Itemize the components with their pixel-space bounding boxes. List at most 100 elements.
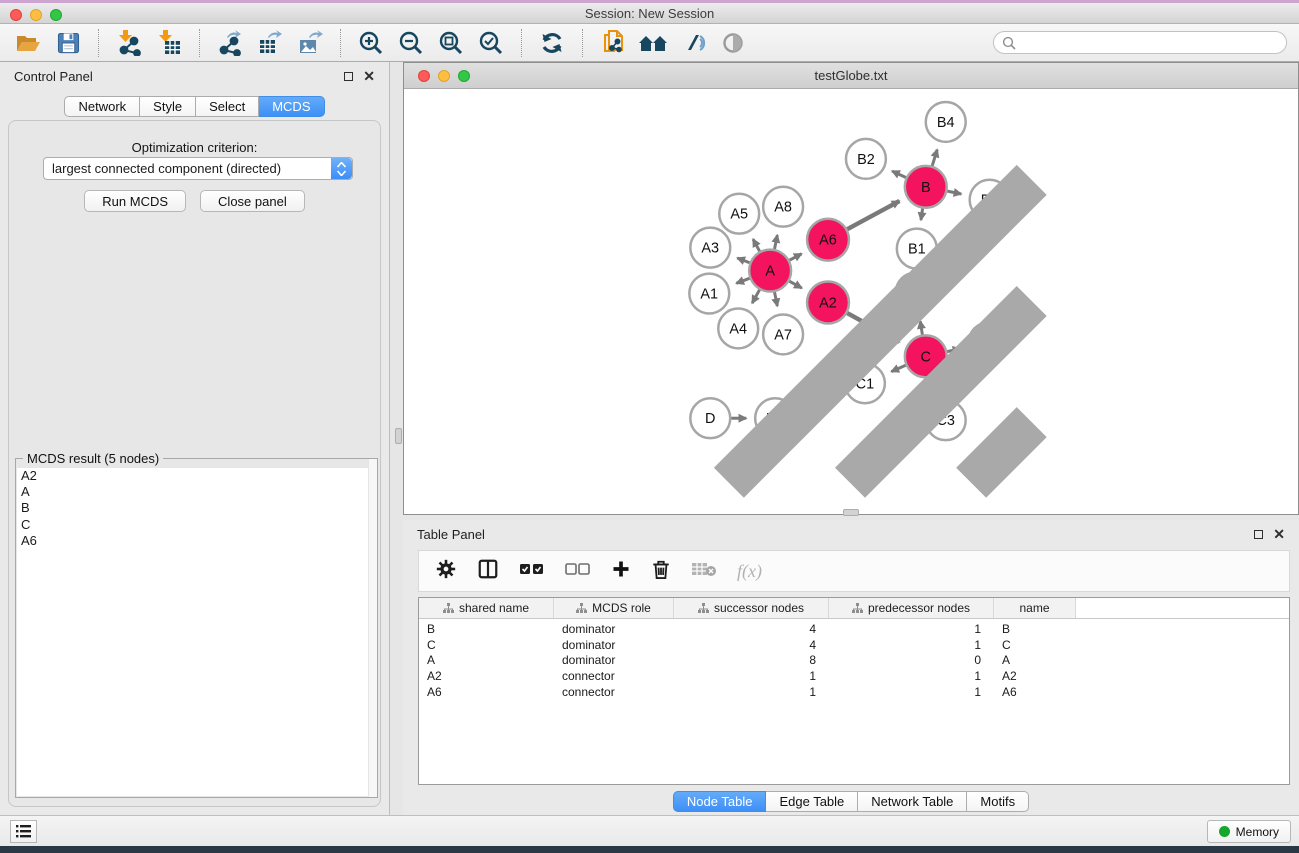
table-cell: 1 (674, 685, 829, 699)
export-image-button[interactable] (294, 28, 326, 58)
table-cell: dominator (554, 622, 674, 636)
mcds-result-item[interactable]: A6 (17, 533, 376, 549)
column-type-icon (443, 603, 454, 614)
export-image-icon (297, 30, 323, 56)
tab-select[interactable]: Select (196, 96, 259, 117)
table-cell: 1 (829, 669, 994, 683)
apply-preferred-layout-button[interactable] (536, 28, 568, 58)
tab-motifs[interactable]: Motifs (967, 791, 1029, 812)
function-builder-button[interactable]: f(x) (737, 561, 762, 582)
export-network-button[interactable] (214, 28, 246, 58)
column-header-MCDS-role[interactable]: MCDS role (554, 598, 674, 618)
table-cell: 1 (674, 669, 829, 683)
mcds-result-item[interactable]: B (17, 500, 376, 516)
session-title: Session: New Session (0, 6, 1299, 21)
homes-icon (638, 32, 668, 54)
delete-table-button[interactable] (691, 561, 717, 582)
import-network-button[interactable] (113, 28, 145, 58)
search-field[interactable] (993, 31, 1287, 54)
zoom-in-button[interactable] (355, 28, 387, 58)
optimization-criterion-label: Optimization criterion: (9, 140, 380, 155)
export-network-icon (217, 30, 243, 56)
criterion-value: largest connected component (directed) (44, 158, 352, 179)
memory-status-icon (1219, 826, 1230, 837)
delete-columns-button[interactable] (651, 558, 671, 585)
memory-button[interactable]: Memory (1207, 820, 1291, 843)
table-cell: A2 (994, 669, 1076, 683)
columns-icon (477, 558, 499, 580)
create-column-button[interactable] (611, 559, 631, 584)
table-row[interactable]: Cdominator41C (419, 637, 1289, 653)
plus-icon (611, 559, 631, 579)
tab-network[interactable]: Network (64, 96, 140, 117)
result-scrollbar[interactable] (368, 459, 377, 797)
panel-divider-grip-horizontal[interactable] (843, 509, 859, 516)
mcds-result-item[interactable]: C (17, 517, 376, 533)
zoom-out-button[interactable] (395, 28, 427, 58)
show-columns-button[interactable] (477, 558, 499, 585)
app-titlebar: Session: New Session (0, 0, 1299, 24)
run-mcds-button[interactable]: Run MCDS (84, 190, 186, 212)
task-history-button[interactable] (10, 820, 37, 843)
table-cell: A2 (419, 669, 554, 683)
application-window: Session: New Session (0, 0, 1299, 853)
toolbar-separator (340, 29, 341, 57)
hide-labels-button[interactable] (677, 28, 709, 58)
clone-network-button[interactable] (597, 28, 629, 58)
tab-node-table[interactable]: Node Table (673, 791, 767, 812)
delete-table-icon (691, 561, 717, 577)
close-panel-icon[interactable]: ✕ (363, 72, 375, 81)
tab-network-table[interactable]: Network Table (858, 791, 967, 812)
table-row[interactable]: Adominator80A (419, 653, 1289, 669)
zoom-out-icon (398, 30, 424, 56)
search-input[interactable] (1021, 34, 1286, 52)
column-header-predecessor-nodes[interactable]: predecessor nodes (829, 598, 994, 618)
mcds-result-item[interactable]: A (17, 484, 376, 500)
float-panel-icon[interactable] (344, 72, 353, 81)
column-type-icon (852, 603, 863, 614)
zoom-fit-button[interactable] (435, 28, 467, 58)
clone-network-icon (601, 29, 626, 57)
table-panel-tabs: Node TableEdge TableNetwork TableMotifs (403, 791, 1299, 812)
table-mode-button[interactable] (435, 558, 457, 585)
mcds-result-list[interactable]: A2ABCA6 (17, 468, 376, 796)
tab-mcds[interactable]: MCDS (259, 96, 324, 117)
zoom-selected-button[interactable] (475, 28, 507, 58)
table-cell: dominator (554, 638, 674, 652)
desktop-background (0, 846, 1299, 853)
table-header-row[interactable]: shared nameMCDS rolesuccessor nodesprede… (419, 598, 1289, 619)
table-cell: connector (554, 669, 674, 683)
table-cell: C (419, 638, 554, 652)
toolbar-separator (199, 29, 200, 57)
export-table-button[interactable] (254, 28, 286, 58)
column-header-name[interactable]: name (994, 598, 1076, 618)
table-cell: A6 (994, 685, 1076, 699)
column-header-successor-nodes[interactable]: successor nodes (674, 598, 829, 618)
toolbar-separator (98, 29, 99, 57)
resize-grip-icon[interactable] (403, 89, 1297, 513)
criterion-dropdown[interactable]: largest connected component (directed) (43, 157, 353, 180)
save-session-button[interactable] (52, 28, 84, 58)
open-session-button[interactable] (12, 28, 44, 58)
panel-divider-grip-vertical[interactable] (395, 428, 402, 444)
show-all-networks-button[interactable] (637, 28, 669, 58)
column-header-shared-name[interactable]: shared name (419, 598, 554, 618)
close-table-panel-icon[interactable]: ✕ (1273, 530, 1285, 539)
export-table-icon (257, 30, 283, 56)
table-row[interactable]: A6connector11A6 (419, 684, 1289, 700)
tab-edge-table[interactable]: Edge Table (766, 791, 858, 812)
network-canvas[interactable]: B4B2BB3A5A8A6B1A3AA1C2A2A4A7C4CC1C3DD1 (404, 90, 1298, 514)
show-graphics-details-button[interactable] (717, 28, 749, 58)
mcds-result-item[interactable]: A2 (17, 468, 376, 484)
float-table-panel-icon[interactable] (1254, 530, 1263, 539)
table-row[interactable]: Bdominator41B (419, 621, 1289, 637)
table-cell: 0 (829, 653, 994, 667)
hide-labels-icon (680, 31, 706, 55)
select-all-button[interactable] (519, 562, 545, 581)
close-panel-button[interactable]: Close panel (200, 190, 305, 212)
import-table-button[interactable] (153, 28, 185, 58)
deselect-all-button[interactable] (565, 562, 591, 581)
network-window-titlebar[interactable]: testGlobe.txt (404, 63, 1298, 89)
tab-style[interactable]: Style (140, 96, 196, 117)
table-row[interactable]: A2connector11A2 (419, 668, 1289, 684)
